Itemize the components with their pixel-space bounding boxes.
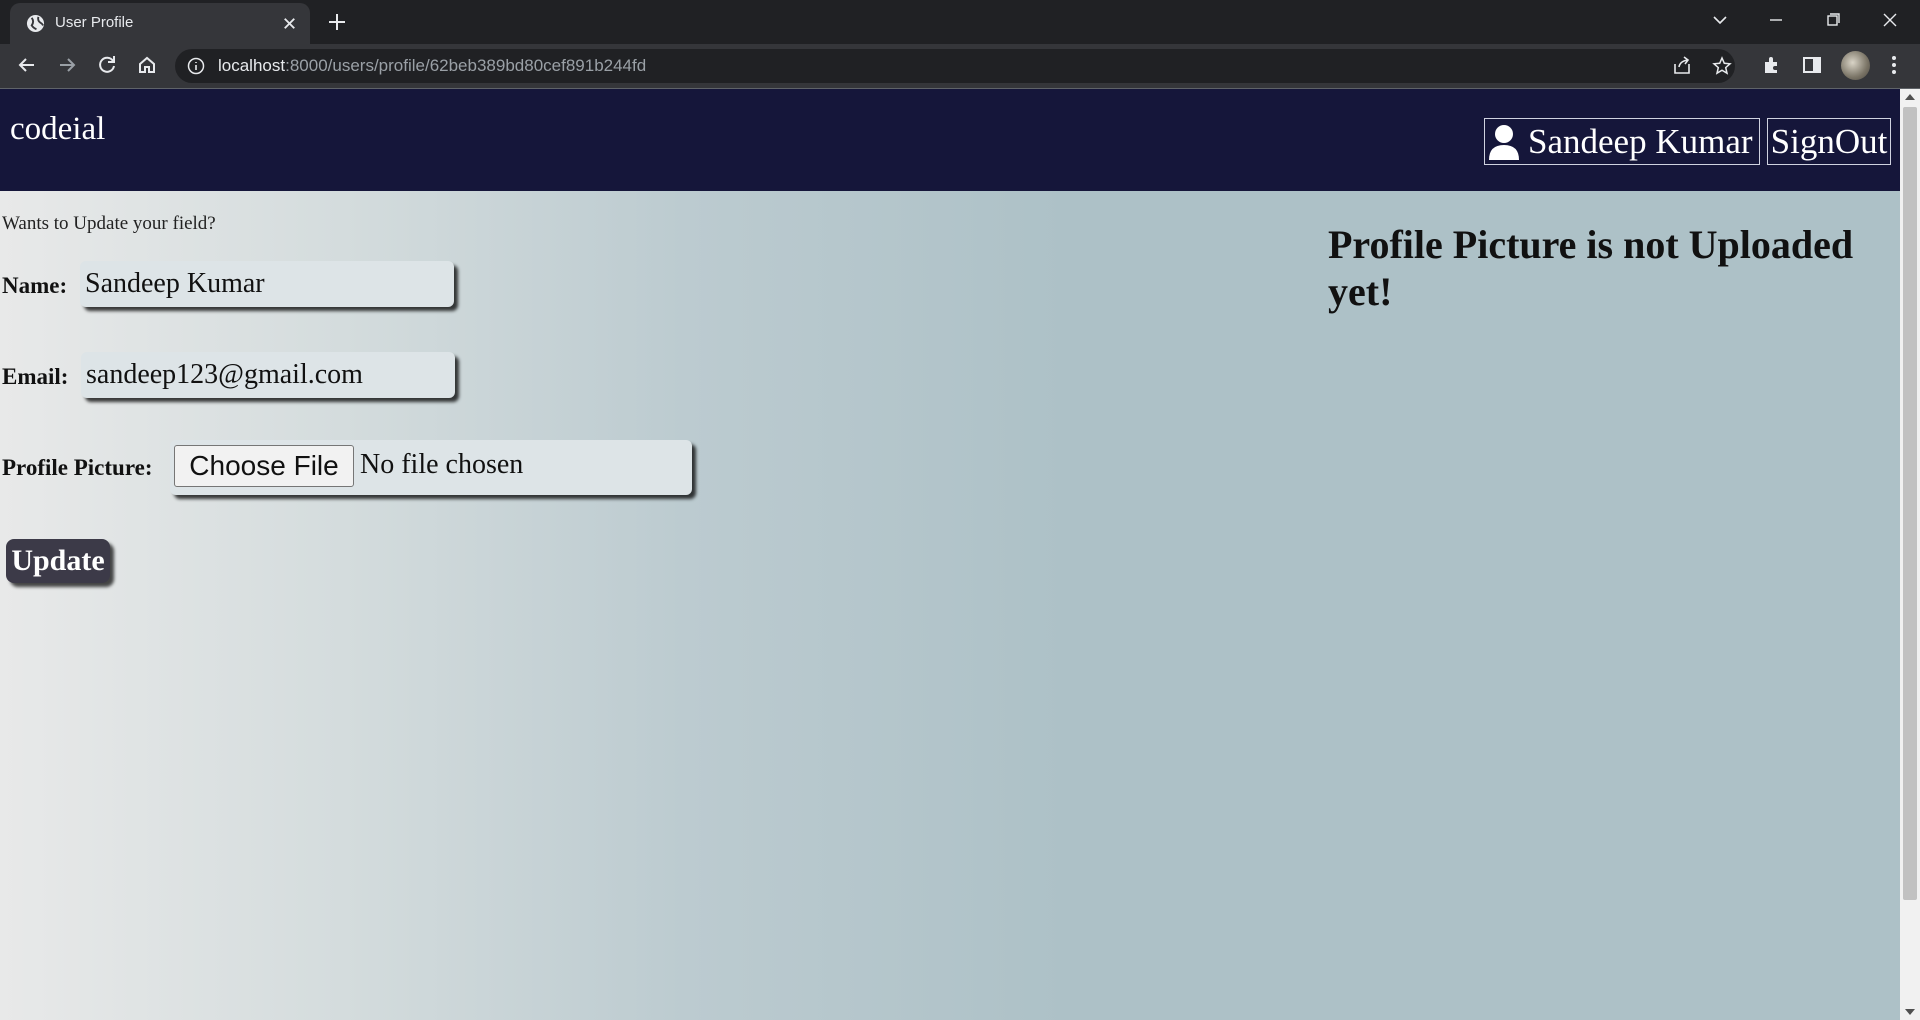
page-viewport: codeial Sandeep Kumar SignOut Wants to U… [0,89,1900,1020]
file-status: No file chosen [360,449,524,480]
update-button[interactable]: Update [6,539,110,583]
page-scrollbar[interactable] [1900,89,1920,1020]
site-info-icon[interactable] [187,57,205,75]
new-tab-icon[interactable] [325,10,349,34]
choose-file-button[interactable]: Choose File [174,445,354,487]
restore-icon[interactable] [1819,8,1847,32]
forward-icon[interactable] [54,52,80,78]
share-icon[interactable] [1671,55,1693,77]
extensions-icon[interactable] [1760,53,1784,77]
menu-kebab-icon[interactable] [1882,53,1906,77]
profile-picture-file-input[interactable]: Choose File No file chosen [170,440,692,495]
browser-toolbar: localhost:8000/users/profile/62beb389bd8… [0,44,1920,88]
home-icon[interactable] [134,52,160,78]
browser-tab-bar: User Profile [0,0,1920,44]
user-profile-link[interactable]: Sandeep Kumar [1484,118,1760,165]
address-bar[interactable]: localhost:8000/users/profile/62beb389bd8… [175,49,1735,83]
update-hint: Wants to Update your field? [2,213,216,234]
scroll-up-arrow-icon[interactable] [1905,94,1915,100]
profile-picture-message: Profile Picture is not Uploaded yet! [1328,222,1854,314]
url-text: localhost:8000/users/profile/62beb389bd8… [218,56,646,76]
tab-search-icon[interactable] [1706,8,1734,32]
site-logo[interactable]: codeial [10,111,105,148]
email-input[interactable] [81,352,455,398]
email-label: Email: [2,364,69,389]
globe-icon [26,14,45,33]
scroll-down-arrow-icon[interactable] [1905,1009,1915,1015]
name-input[interactable] [80,261,454,307]
tab-title: User Profile [55,14,134,31]
user-icon [1489,124,1519,160]
scroll-thumb[interactable] [1903,107,1917,900]
profile-avatar[interactable] [1841,51,1870,80]
url-path: :8000/users/profile/62beb389bd80cef891b2… [285,56,647,75]
bookmark-star-icon[interactable] [1711,55,1733,77]
close-tab-icon[interactable] [280,14,299,33]
close-window-icon[interactable] [1876,8,1904,32]
name-label: Name: [2,273,68,298]
profile-picture-label: Profile Picture: [2,455,153,480]
minimize-icon[interactable] [1762,8,1790,32]
side-panel-icon[interactable] [1800,53,1824,77]
back-icon[interactable] [14,52,40,78]
site-header: codeial Sandeep Kumar SignOut [0,89,1900,191]
url-host: localhost [218,56,286,75]
signout-link[interactable]: SignOut [1767,118,1891,165]
reload-icon[interactable] [94,52,120,78]
user-name: Sandeep Kumar [1528,121,1753,161]
browser-tab[interactable]: User Profile [10,3,310,44]
